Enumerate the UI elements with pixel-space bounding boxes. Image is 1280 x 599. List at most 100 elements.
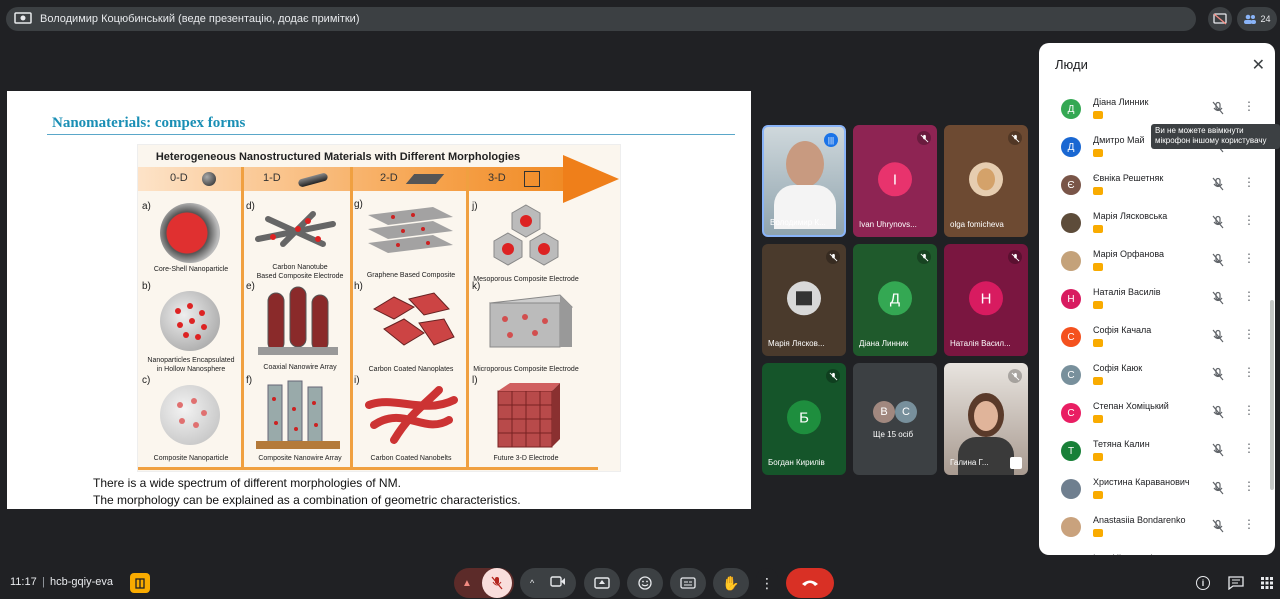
person-row[interactable]: Т Тетяна Калин ⋮ (1061, 433, 1261, 471)
participant-tile-presenter[interactable]: ||| Володимир К... (762, 125, 846, 237)
captions-button[interactable] (670, 568, 706, 598)
more-vert-icon[interactable]: ⋮ (1243, 175, 1255, 189)
more-vert-icon[interactable]: ⋮ (1243, 517, 1255, 531)
mic-off-icon[interactable] (1211, 519, 1225, 533)
reactions-button[interactable] (627, 568, 663, 598)
mic-off-icon[interactable] (1211, 253, 1225, 267)
host-controls-icon[interactable] (130, 573, 150, 593)
more-vert-icon[interactable]: ⋮ (1243, 441, 1255, 455)
more-vert-icon[interactable]: ⋮ (1243, 289, 1255, 303)
person-row[interactable]: С Степан Хоміцький ⋮ (1061, 395, 1261, 433)
mic-off-icon (917, 250, 931, 264)
person-row[interactable]: Марія Лясковська ⋮ (1061, 205, 1261, 243)
dimension-arrow-tip (563, 155, 619, 203)
activities-icon[interactable] (1260, 576, 1274, 590)
more-participants-tile[interactable]: В С Ще 15 осіб (853, 363, 937, 475)
presenter-banner: Володимир Коцюбинський (веде презентацію… (6, 7, 1196, 31)
mic-off-icon[interactable] (1211, 367, 1225, 381)
raise-hand-button[interactable]: ✋ (713, 568, 749, 598)
participants-count-button[interactable]: 24 (1237, 7, 1277, 31)
more-vert-icon[interactable]: ⋮ (1243, 479, 1255, 493)
participant-tile[interactable]: Марія Лясков... (762, 244, 846, 356)
people-panel: Люди ✕ Д Діана Линник ⋮ Д Дмитро Май ⋮ Є Євніка… (1039, 43, 1275, 555)
cube-icon (524, 171, 540, 187)
present-button[interactable] (584, 568, 620, 598)
more-participants-label: Ще 15 осіб (873, 430, 914, 439)
chevron-up-icon[interactable]: ▲ (462, 578, 472, 589)
person-name: Марія Орфанова (1093, 249, 1165, 259)
cell-caption: Core-Shell Nanoparticle (153, 266, 229, 273)
scrollbar[interactable] (1270, 300, 1274, 490)
more-vert-icon[interactable]: ⋮ (1243, 365, 1255, 379)
chevron-up-icon[interactable]: ^ (530, 578, 534, 588)
more-vert-icon[interactable]: ⋮ (1243, 251, 1255, 265)
mic-off-icon[interactable] (1211, 329, 1225, 343)
cell-letter: j) (472, 201, 478, 212)
mic-off-button[interactable] (482, 568, 512, 598)
mic-off-icon[interactable] (1211, 291, 1225, 305)
close-icon[interactable]: ✕ (1252, 55, 1265, 75)
more-vert-icon[interactable]: ⋮ (1243, 403, 1255, 417)
mic-off-icon (1008, 131, 1022, 145)
avatar: С (1061, 403, 1081, 423)
tile-name: olga fomicheva (950, 220, 1004, 229)
tile-name: Марія Лясков... (768, 339, 825, 348)
person-row[interactable]: С Софія Каюк ⋮ (1061, 357, 1261, 395)
microporous-electrode (480, 289, 576, 355)
leave-call-button[interactable] (786, 568, 834, 598)
person-row[interactable]: С Софія Качала ⋮ (1061, 319, 1261, 357)
person-row[interactable]: Н Наталія Василів ⋮ (1061, 281, 1261, 319)
avatar: Є (1061, 175, 1081, 195)
screen-share-off-icon (1213, 13, 1227, 25)
more-options-button[interactable]: ⋮ (756, 568, 778, 598)
participant-tile[interactable]: Д Діана Линник (853, 244, 937, 356)
mic-off-icon[interactable] (1211, 405, 1225, 419)
person-row[interactable]: Христина Караванович ⋮ (1061, 471, 1261, 509)
stop-presentation-button[interactable] (1208, 7, 1232, 31)
pin-icon[interactable] (1010, 457, 1022, 469)
person-name: Софія Каюк (1093, 363, 1143, 373)
info-icon[interactable]: i (1196, 576, 1210, 590)
participant-tile[interactable]: Н Наталія Васил... (944, 244, 1028, 356)
mic-off-icon (1008, 250, 1022, 264)
mic-off-icon[interactable] (1211, 215, 1225, 229)
participant-tile[interactable]: I Ivan Uhrynovs... (853, 125, 937, 237)
cell-letter: l) (472, 375, 478, 386)
more-vert-icon[interactable]: ⋮ (1243, 327, 1255, 341)
composite-nanowire-array (256, 379, 340, 451)
participant-tile[interactable]: olga fomicheva (944, 125, 1028, 237)
person-name: Anastasiia Bondarenko (1093, 515, 1186, 525)
mic-off-icon[interactable] (1211, 177, 1225, 191)
participant-tile-video[interactable]: Галина Г... (944, 363, 1028, 475)
avatar (1061, 213, 1081, 233)
present-icon (594, 576, 610, 589)
avatar: Д (878, 281, 912, 316)
camera-icon[interactable] (550, 574, 566, 592)
host-badge-icon (1093, 377, 1103, 385)
person-row[interactable]: Марія Орфанова ⋮ (1061, 243, 1261, 281)
avatar-photo (787, 281, 821, 316)
person-row[interactable]: Є Євніка Решетняк ⋮ (1061, 167, 1261, 205)
person-row[interactable]: Ivan Uhrynovskyy⋮ (1061, 547, 1261, 555)
slide-text-line-2: The morphology can be explained as a com… (93, 493, 521, 507)
meeting-code: hcb-gqiy-eva (50, 576, 113, 588)
column-divider (241, 167, 244, 467)
person-name: Софія Качала (1093, 325, 1152, 335)
cell-caption: Coaxial Nanowire Array (263, 364, 337, 371)
avatar: Д (1061, 137, 1081, 157)
participant-tile[interactable]: Б Богдан Кирилів (762, 363, 846, 475)
mic-off-icon[interactable] (1211, 481, 1225, 495)
person-row[interactable]: Anastasiia Bondarenko ⋮ (1061, 509, 1261, 547)
more-vert-icon[interactable]: ⋮ (1243, 213, 1255, 227)
host-badge-icon (1093, 187, 1103, 195)
coaxial-nanowire-array (258, 285, 338, 357)
mic-off-icon[interactable] (1211, 101, 1225, 115)
chat-icon[interactable] (1228, 576, 1244, 591)
more-vert-icon[interactable]: ⋮ (1243, 99, 1255, 113)
host-badge-icon (1093, 149, 1103, 157)
mic-off-icon[interactable] (1211, 443, 1225, 457)
host-badge-icon (1093, 491, 1103, 499)
mic-off-icon (1008, 369, 1022, 383)
tile-name: Наталія Васил... (950, 339, 1011, 348)
coated-nanoplates (364, 289, 459, 351)
